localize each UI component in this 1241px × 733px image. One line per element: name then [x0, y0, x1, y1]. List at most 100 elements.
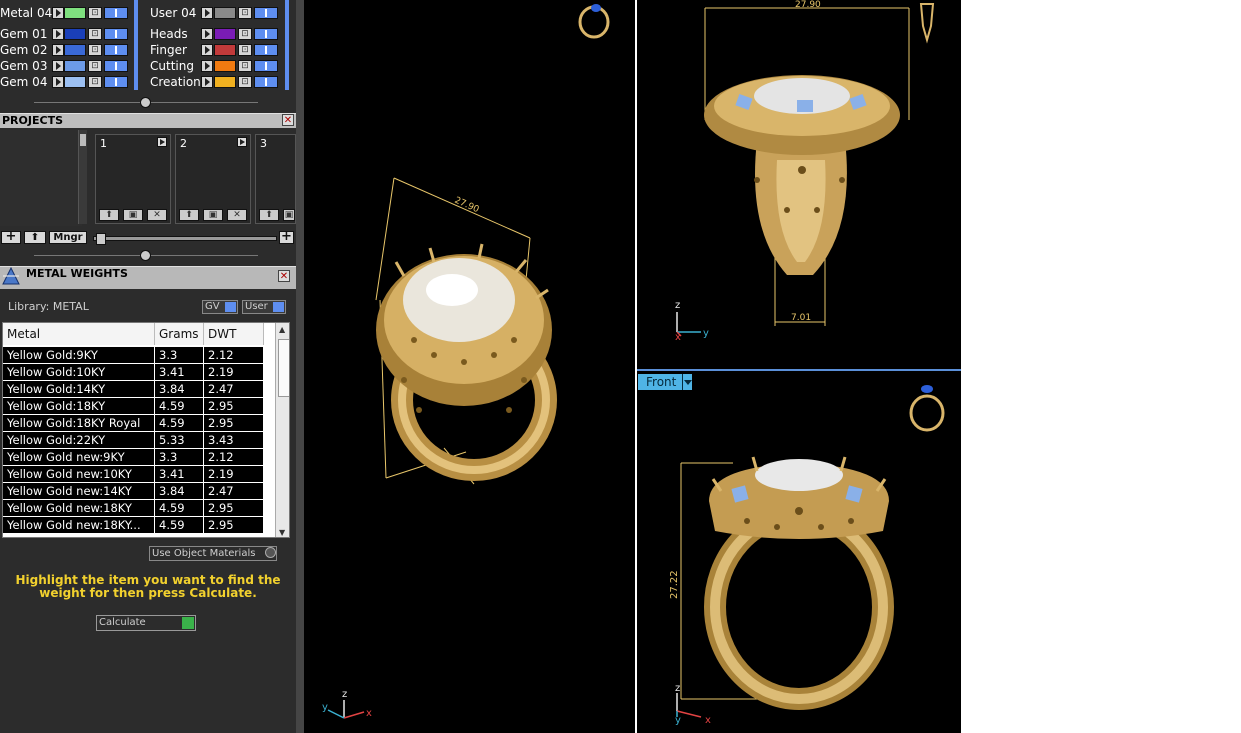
- layer-row[interactable]: Creation ⊡: [146, 75, 296, 90]
- layer-color-swatch[interactable]: [64, 76, 86, 88]
- lock-icon[interactable]: ⊡: [88, 76, 102, 88]
- layer-color-swatch[interactable]: [64, 44, 86, 56]
- layer-expand-button[interactable]: [201, 60, 213, 72]
- visibility-toggle[interactable]: [254, 60, 278, 72]
- visibility-toggle[interactable]: [104, 76, 128, 88]
- layer-color-swatch[interactable]: [214, 7, 236, 19]
- layer-color-swatch[interactable]: [214, 28, 236, 40]
- layer-color-swatch[interactable]: [214, 60, 236, 72]
- visibility-toggle[interactable]: [104, 60, 128, 72]
- table-scrollbar[interactable]: ▲ ▼: [275, 323, 289, 537]
- user-toggle[interactable]: User: [242, 300, 286, 314]
- layer-row[interactable]: Gem 01 ⊡: [0, 27, 140, 42]
- visibility-toggle[interactable]: [254, 76, 278, 88]
- play-icon[interactable]: [237, 137, 247, 147]
- visibility-toggle[interactable]: [254, 44, 278, 56]
- save-icon[interactable]: ▣: [123, 209, 143, 221]
- table-row[interactable]: Yellow Gold new:18KY 4.59 2.95: [3, 500, 273, 517]
- close-icon[interactable]: ✕: [278, 270, 290, 282]
- scroll-down-icon[interactable]: ▼: [279, 528, 285, 537]
- visibility-toggle[interactable]: [254, 28, 278, 40]
- layer-row[interactable]: Gem 04 ⊡: [0, 75, 140, 90]
- upload-icon[interactable]: ⬆: [179, 209, 199, 221]
- close-icon[interactable]: ✕: [282, 114, 294, 126]
- layer-color-swatch[interactable]: [214, 44, 236, 56]
- delete-icon[interactable]: ✕: [227, 209, 247, 221]
- radio-icon[interactable]: [265, 547, 276, 558]
- layer-expand-button[interactable]: [52, 28, 64, 40]
- manager-button[interactable]: Mngr: [49, 231, 87, 244]
- column-header-dwt[interactable]: DWT: [204, 323, 264, 345]
- layer-expand-button[interactable]: [52, 7, 64, 19]
- use-object-materials-checkbox[interactable]: Use Object Materials: [149, 546, 277, 561]
- project-scrollbar[interactable]: [78, 130, 87, 224]
- project-slot[interactable]: 1 ⬆ ▣ ✕: [95, 134, 171, 224]
- visibility-toggle[interactable]: [104, 7, 128, 19]
- lock-icon[interactable]: ⊡: [238, 76, 252, 88]
- play-icon[interactable]: [157, 137, 167, 147]
- layer-color-swatch[interactable]: [64, 28, 86, 40]
- delete-icon[interactable]: ✕: [147, 209, 167, 221]
- gv-toggle[interactable]: GV: [202, 300, 238, 314]
- project-slot[interactable]: 2 ⬆ ▣ ✕: [175, 134, 251, 224]
- lock-icon[interactable]: ⊡: [238, 44, 252, 56]
- table-row[interactable]: Yellow Gold new:18KY... 4.59 2.95: [3, 517, 273, 534]
- table-row[interactable]: Yellow Gold:14KY 3.84 2.47: [3, 381, 273, 398]
- layer-expand-button[interactable]: [201, 7, 213, 19]
- front-viewport[interactable]: Front 27.22 z x y: [637, 371, 961, 733]
- layer-color-swatch[interactable]: [214, 76, 236, 88]
- table-row[interactable]: Yellow Gold:18KY Royal 4.59 2.95: [3, 415, 273, 432]
- table-row[interactable]: Yellow Gold new:9KY 3.3 2.12: [3, 449, 273, 466]
- layer-row[interactable]: Cutting ⊡: [146, 59, 296, 74]
- collapse-handle-icon[interactable]: [140, 97, 151, 108]
- upload-icon[interactable]: ⬆: [24, 231, 46, 244]
- column-header-metal[interactable]: Metal: [3, 323, 155, 345]
- lock-icon[interactable]: ⊡: [238, 7, 252, 19]
- scroll-thumb[interactable]: [278, 339, 289, 397]
- calculate-button[interactable]: Calculate: [96, 615, 196, 631]
- column-header-grams[interactable]: Grams: [155, 323, 204, 345]
- layer-row[interactable]: User 04 ⊡: [146, 6, 296, 21]
- table-row[interactable]: Yellow Gold:22KY 5.33 3.43: [3, 432, 273, 449]
- slider-thumb[interactable]: [96, 233, 106, 245]
- table-row[interactable]: Yellow Gold:9KY 3.3 2.12: [3, 347, 273, 364]
- visibility-toggle[interactable]: [104, 28, 128, 40]
- scroll-up-icon[interactable]: ▲: [279, 325, 285, 334]
- layer-color-swatch[interactable]: [64, 60, 86, 72]
- layer-row[interactable]: Metal 04 ⊡: [0, 6, 140, 21]
- project-slot[interactable]: 3 ⬆ ▣: [255, 134, 296, 224]
- table-row[interactable]: Yellow Gold:10KY 3.41 2.19: [3, 364, 273, 381]
- visibility-toggle[interactable]: [254, 7, 278, 19]
- lock-icon[interactable]: ⊡: [238, 60, 252, 72]
- layer-expand-button[interactable]: [201, 76, 213, 88]
- layer-color-swatch[interactable]: [64, 7, 86, 19]
- panel-splitter[interactable]: [296, 0, 304, 733]
- lock-icon[interactable]: ⊡: [88, 44, 102, 56]
- layer-expand-button[interactable]: [201, 28, 213, 40]
- scroll-thumb[interactable]: [80, 134, 86, 146]
- table-row[interactable]: Yellow Gold:18KY 4.59 2.95: [3, 398, 273, 415]
- layer-row[interactable]: Gem 02 ⊡: [0, 43, 140, 58]
- add-project-button[interactable]: +: [1, 230, 21, 244]
- layer-row[interactable]: Finger ⊡: [146, 43, 296, 58]
- save-icon[interactable]: ▣: [203, 209, 223, 221]
- table-row[interactable]: Yellow Gold new:14KY 3.84 2.47: [3, 483, 273, 500]
- lock-icon[interactable]: ⊡: [238, 28, 252, 40]
- lock-icon[interactable]: ⊡: [88, 28, 102, 40]
- visibility-toggle[interactable]: [104, 44, 128, 56]
- lock-icon[interactable]: ⊡: [88, 7, 102, 19]
- upload-icon[interactable]: ⬆: [259, 209, 279, 221]
- table-row[interactable]: Yellow Gold new:10KY 3.41 2.19: [3, 466, 273, 483]
- zoom-in-button[interactable]: +: [279, 230, 294, 244]
- layer-expand-button[interactable]: [201, 44, 213, 56]
- collapse-handle-icon[interactable]: [140, 250, 151, 261]
- chevron-down-icon[interactable]: [682, 374, 692, 390]
- save-icon[interactable]: ▣: [283, 209, 295, 221]
- layer-expand-button[interactable]: [52, 60, 64, 72]
- layer-row[interactable]: Heads ⊡: [146, 27, 296, 42]
- top-viewport[interactable]: 27.90 7.01 z y x: [637, 0, 961, 369]
- layer-expand-button[interactable]: [52, 44, 64, 56]
- perspective-viewport[interactable]: 27.90 7.01 z x y: [304, 0, 635, 733]
- layer-row[interactable]: Gem 03 ⊡: [0, 59, 140, 74]
- upload-icon[interactable]: ⬆: [99, 209, 119, 221]
